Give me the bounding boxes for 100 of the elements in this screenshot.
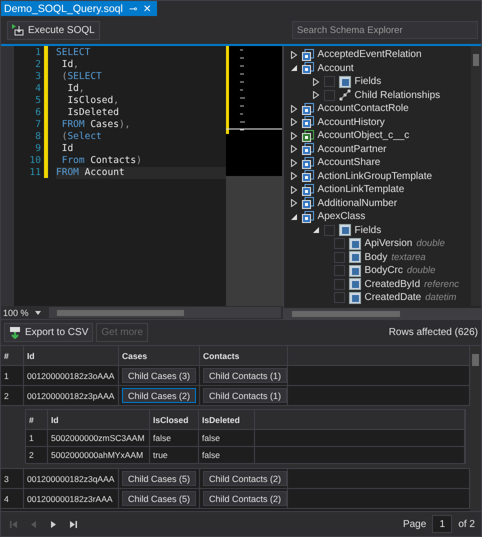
tree-item[interactable]: AccountShare [284,156,471,170]
collapsed-arrow-icon[interactable] [312,78,320,86]
child-cases-button[interactable]: Child Cases (5) [122,471,196,486]
column-header[interactable]: IsClosed [150,410,199,429]
column-header[interactable]: # [1,346,24,365]
export-button[interactable]: Export to CSV [4,323,94,342]
tree-label: ActionLinkGroupTemplate [318,170,432,182]
code-line: Id, [60,59,80,71]
tree-label: Fields [354,224,382,236]
tree-item[interactable]: ActionLinkGroupTemplate [284,170,471,183]
checkbox[interactable] [324,90,335,101]
last-page-icon[interactable] [69,520,78,528]
column-header[interactable]: IsDeleted [199,410,255,429]
tree-label: ApiVersion [364,238,412,250]
next-page-icon[interactable] [49,520,58,528]
column-header[interactable]: # [26,410,48,429]
object-icon [302,170,314,182]
document-tab[interactable]: Demo_SOQL_Query.soql ⊸ ✕ [1,1,157,16]
tree-item[interactable]: AccountObject_c__c [284,129,471,142]
collapsed-arrow-icon[interactable] [290,118,298,126]
column-header[interactable]: Id [24,346,119,365]
collapsed-arrow-icon[interactable] [290,50,298,59]
collapsed-arrow-icon[interactable] [290,145,298,154]
horizontal-scrollbar[interactable] [284,308,481,319]
child-contacts-button[interactable]: Child Contacts (2) [203,471,288,486]
collapsed-arrow-icon[interactable] [290,104,298,113]
tree-item[interactable]: ActionLinkTemplate [284,183,471,196]
child-contacts-button[interactable]: Child Contacts (2) [203,491,288,506]
expanded-arrow-icon[interactable] [290,212,298,221]
tree-item[interactable]: AcceptedEventRelation [284,48,471,62]
column-header[interactable]: Id [48,410,150,429]
checkbox[interactable] [334,252,345,263]
checkbox[interactable] [334,292,345,304]
table-cell: true [150,447,199,463]
table-cell: 5002000000zmSC3AAM [48,430,150,446]
expanded-arrow-icon[interactable] [290,64,298,72]
object-icon [302,48,314,61]
child-contacts-button[interactable]: Child Contacts (1) [203,368,288,383]
object-icon [302,130,314,142]
code-line: IsDeleted [66,107,120,119]
checkbox[interactable] [334,238,345,250]
tree-label: ApexClass [318,211,366,222]
page-field[interactable]: 1 [432,515,452,533]
tree-item[interactable]: ApexClass [284,210,471,224]
code-line: (Select [60,131,103,143]
row-number: 2 [1,386,24,405]
child-cases-button[interactable]: Child Cases (5) [122,491,196,506]
checkbox[interactable] [324,224,335,236]
column-header[interactable]: Cases [119,346,200,365]
table-cell: false [199,430,255,446]
tree-item[interactable]: CreatedDate datetim [284,291,471,304]
tree-item[interactable]: Account [284,62,471,75]
collapsed-arrow-icon[interactable] [290,199,298,208]
table-cell: 001200000182z3rAAA [24,489,119,508]
tree-label: Body [364,252,388,263]
expanded-arrow-icon[interactable] [312,226,320,234]
zoom-dropdown[interactable]: 100 % [1,308,49,318]
child-cases-button[interactable]: Child Cases (3) [122,368,196,383]
vertical-scrollbar[interactable] [471,46,481,306]
tree-item[interactable]: CreatedById referenc [284,278,471,291]
table-icon [348,264,361,277]
collapsed-arrow-icon[interactable] [290,172,298,180]
tree-item[interactable]: AccountHistory [284,116,471,129]
pin-button[interactable]: ⊸ [128,2,137,14]
object-icon [302,143,314,156]
collapsed-arrow-icon[interactable] [290,158,298,167]
vertical-scrollbar[interactable] [470,346,481,511]
table-cell: false [199,447,255,463]
tree-label: AdditionalNumber [318,198,398,209]
tree-item[interactable]: Child Relationships [284,88,471,102]
execute-icon [12,24,24,36]
tree-item[interactable]: Fields [284,224,471,237]
tree-label: CreatedDate [364,292,422,304]
tree-item[interactable]: AccountContactRole [284,102,471,116]
collapsed-arrow-icon[interactable] [312,91,320,100]
column-header[interactable]: Contacts [200,346,288,365]
tree-item[interactable]: Body textarea [284,250,471,264]
collapsed-arrow-icon[interactable] [290,132,298,140]
tree-item[interactable]: AdditionalNumber [284,196,471,210]
row-number: 2 [26,447,48,463]
horizontal-scrollbar[interactable] [49,307,281,318]
tree-item[interactable]: AccountPartner [284,142,471,156]
checkbox[interactable] [334,278,345,290]
child-contacts-button[interactable]: Child Contacts (1) [203,388,288,403]
tree-label: AccountContactRole [318,103,409,114]
code-line: IsClosed, [66,95,120,107]
collapsed-arrow-icon[interactable] [290,186,298,194]
search-field[interactable]: Search Schema Explorer [292,21,478,39]
line-number: 8 [34,131,41,143]
tree-item[interactable]: Fields [284,75,471,88]
close-button[interactable]: ✕ [142,2,151,14]
table-icon [338,224,351,236]
rows-affected-label: Rows affected (626) [388,327,478,338]
checkbox[interactable] [334,265,345,276]
execute-button[interactable]: Execute SOQL [7,20,100,40]
tree-item[interactable]: ApiVersion double [284,237,471,250]
checkbox[interactable] [324,76,335,88]
code-line: Id, [66,83,86,95]
tree-item[interactable]: BodyCrc double [284,264,471,278]
child-cases-button[interactable]: Child Cases (2) [122,388,196,403]
